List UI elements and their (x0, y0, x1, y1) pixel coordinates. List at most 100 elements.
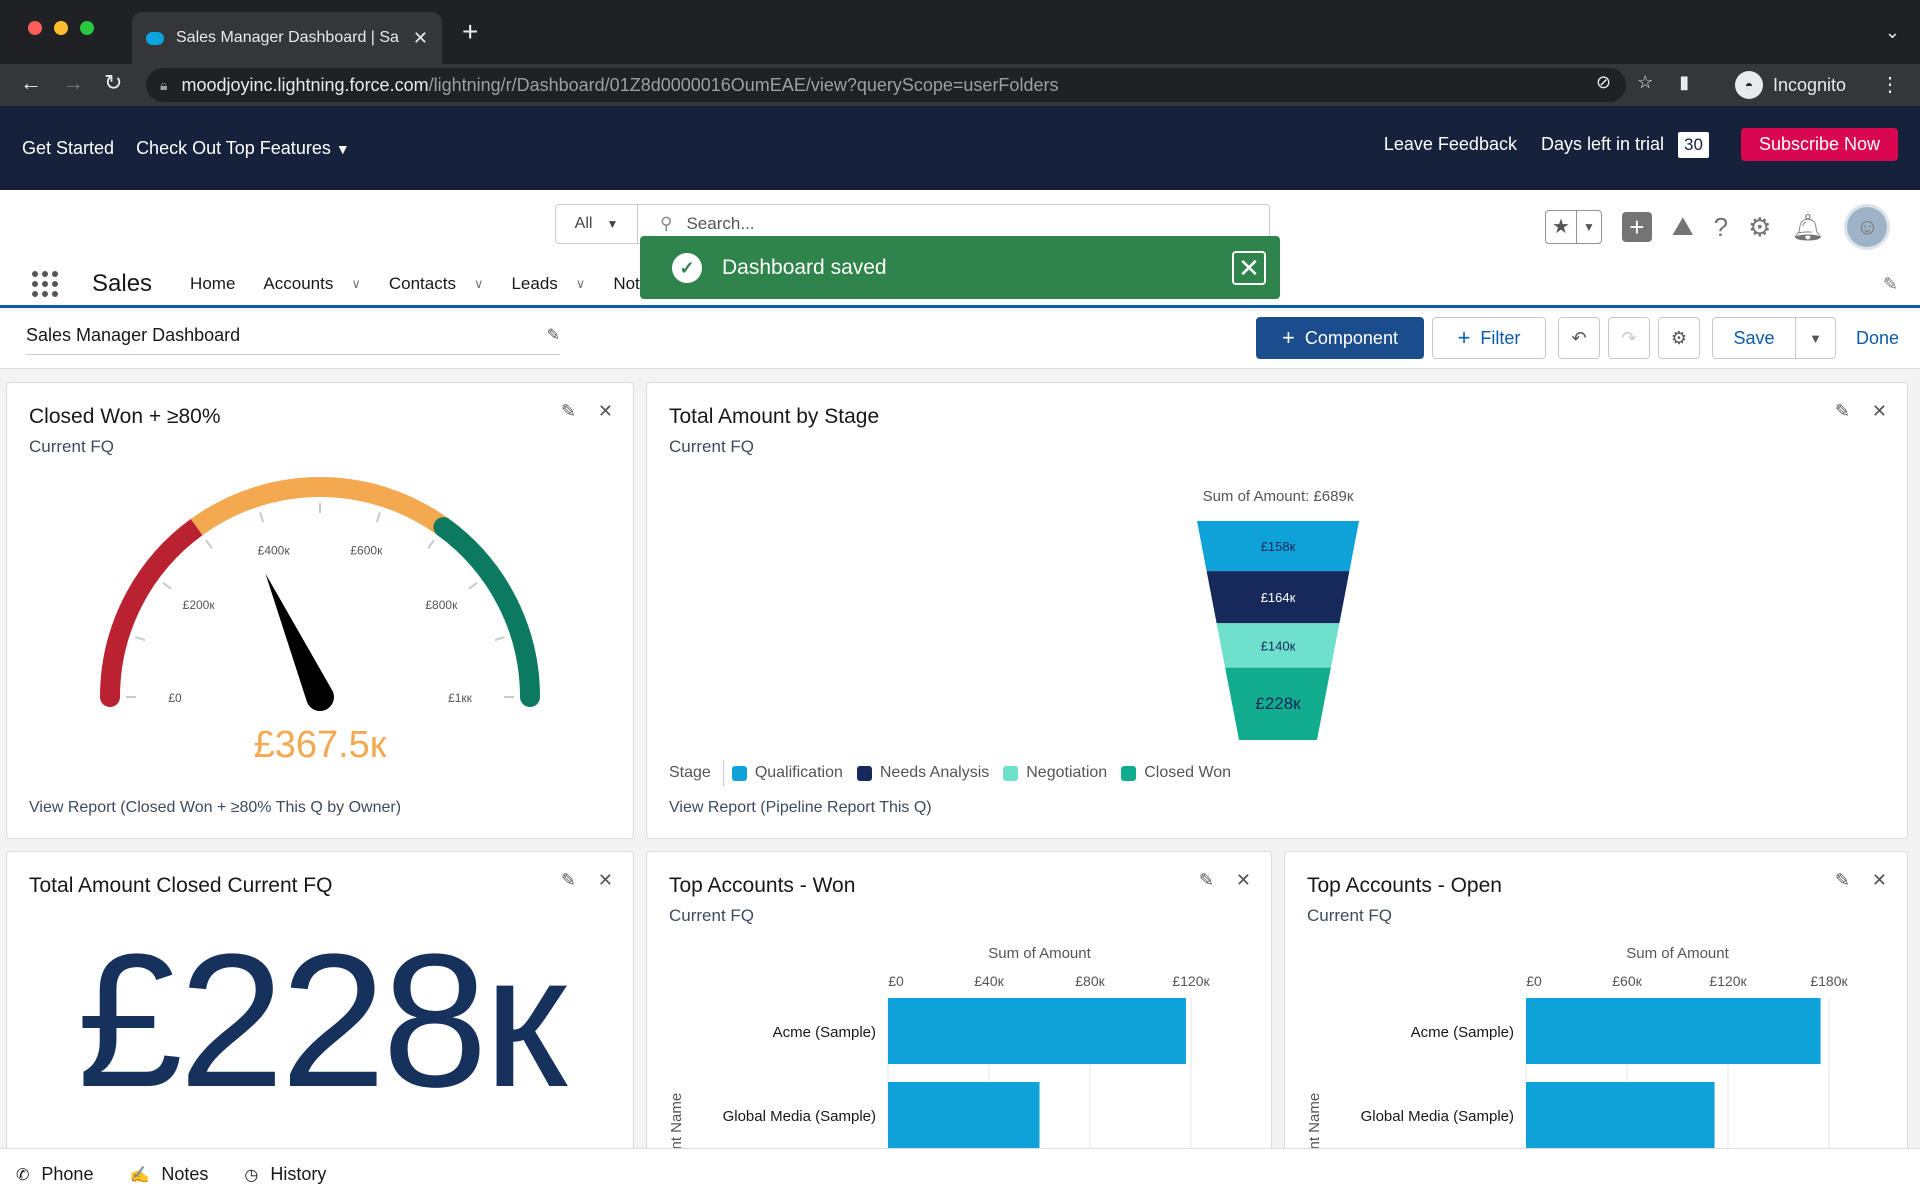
open-bar-chart: Sum of Amount £0 £60к £120к £180к Acme (Sampl… (1306, 945, 1849, 1160)
back-button[interactable]: ← (20, 70, 42, 96)
browser-menu-icon[interactable]: ⋮ (1880, 72, 1900, 97)
browser-tab[interactable]: Sales Manager Dashboard | Sa ✕ (132, 12, 442, 64)
favorites-button[interactable]: ★ ▼ (1545, 210, 1602, 244)
add-component-button[interactable]: + Component (1256, 317, 1424, 359)
utility-phone[interactable]: ✆ Phone (16, 1164, 93, 1185)
top-features-menu[interactable]: Check Out Top Features ▼ (136, 138, 350, 159)
funnel-panel: Total Amount by Stage Current FQ ✎ ✕ Sum … (646, 382, 1908, 839)
edit-pencil-icon[interactable]: ✎ (561, 870, 576, 891)
bar[interactable] (1526, 1082, 1715, 1148)
gauge-tick (162, 582, 172, 590)
app-name: Sales (92, 270, 153, 297)
side-panel-icon[interactable]: ▮ (1679, 72, 1689, 93)
search-scope-value: All (574, 215, 593, 232)
setup-gear-icon[interactable]: ⚙ (1748, 212, 1771, 243)
legend-label: Needs Analysis (879, 764, 990, 781)
chevron-down-icon[interactable]: ∨ (351, 276, 361, 292)
top-accounts-won-panel: Top Accounts - Won Current FQ ✎ ✕ Sum of … (646, 851, 1272, 1161)
close-window-button[interactable] (28, 21, 42, 35)
help-icon[interactable]: ? (1714, 212, 1728, 243)
filter-label: Filter (1480, 327, 1521, 348)
legend-swatch (856, 765, 872, 781)
address-bar[interactable]: 🔒︎ moodjoyinc.lightning.force.com/lightn… (146, 68, 1626, 102)
legend-item[interactable]: Negotiation (1003, 764, 1107, 782)
app-launcher-icon[interactable] (32, 271, 62, 297)
save-options-dropdown[interactable]: ▼ (1796, 317, 1836, 359)
toast-close-button[interactable]: ✕ (1232, 250, 1266, 285)
maximize-window-button[interactable] (80, 21, 94, 35)
bar[interactable] (888, 1082, 1040, 1148)
browser-tab-bar: Sales Manager Dashboard | Sa ✕ + ⌄ (0, 0, 1920, 64)
done-button[interactable]: Done (1856, 328, 1899, 349)
redo-button[interactable]: ↷ (1608, 317, 1650, 359)
dashboard-title: Sales Manager Dashboard (26, 325, 241, 345)
metric-panel: Total Amount Closed Current FQ ✎ ✕ £228к (6, 851, 634, 1161)
utility-notes[interactable]: ✍ Notes (129, 1164, 208, 1185)
utility-label: History (270, 1164, 327, 1184)
incognito-profile[interactable]: ◓ Incognito (1735, 68, 1846, 102)
legend-item[interactable]: Needs Analysis (856, 764, 990, 782)
close-tab-icon[interactable]: ✕ (413, 28, 428, 49)
eye-slash-icon[interactable]: ⊘ (1596, 72, 1611, 93)
legend-item[interactable]: Qualification (731, 764, 843, 782)
bookmark-star-icon[interactable]: ☆ (1637, 72, 1653, 93)
reload-button[interactable]: ↻ (104, 70, 122, 96)
undo-button[interactable]: ↶ (1558, 317, 1600, 359)
gauge-chart: £0 £200к £400к £600к £800к £1кк £367.5к (100, 477, 540, 766)
add-filter-button[interactable]: + Filter (1432, 317, 1546, 359)
nav-item-leads[interactable]: Leads ∨ (511, 274, 585, 294)
edit-title-pencil-icon[interactable]: ✎ (547, 325, 560, 354)
category-label: Acme (Sample) (1411, 1024, 1514, 1041)
plus-icon: + (1457, 325, 1471, 350)
bar[interactable] (888, 998, 1186, 1064)
chevron-down-icon[interactable]: ∨ (474, 276, 484, 292)
close-icon[interactable]: ✕ (598, 870, 613, 891)
save-button[interactable]: Save (1712, 317, 1796, 359)
search-scope-select[interactable]: All ▼ (556, 205, 638, 243)
legend-item[interactable]: Closed Won (1121, 764, 1231, 782)
view-report-link[interactable]: View Report (Closed Won + ≥80% This Q by… (29, 799, 401, 817)
new-tab-button[interactable]: + (462, 18, 478, 46)
utility-label: Notes (161, 1164, 209, 1184)
top-accounts-open-panel: Top Accounts - Open Current FQ ✎ ✕ Sum of… (1284, 851, 1908, 1161)
legend-label: Qualification (754, 764, 843, 781)
legend-label: Closed Won (1144, 764, 1232, 781)
tab-search-chevron-icon[interactable]: ⌄ (1885, 22, 1900, 43)
url-path: /lightning/r/Dashboard/01Z8d0000016OumEA… (428, 74, 1059, 95)
plus-icon: + (1282, 325, 1295, 350)
subscribe-now-button[interactable]: Subscribe Now (1740, 128, 1898, 161)
lock-icon: 🔒︎ (160, 76, 168, 93)
funnel-value-label: £164к (1261, 590, 1296, 605)
nav-item-label: Home (190, 274, 236, 293)
get-started-link[interactable]: Get Started (22, 138, 114, 159)
x-tick-label: £40к (974, 973, 1004, 989)
nav-item-contacts[interactable]: Contacts ∨ (389, 274, 484, 294)
dashboard-title-field[interactable]: Sales Manager Dashboard ✎ (26, 325, 560, 355)
favorites-dropdown-icon[interactable]: ▼ (1575, 211, 1601, 243)
utility-history[interactable]: ◷ History (244, 1164, 326, 1185)
minimize-window-button[interactable] (54, 21, 68, 35)
global-actions-plus-icon[interactable]: + (1621, 212, 1652, 242)
properties-gear-button[interactable]: ⚙ (1658, 317, 1700, 359)
nav-item-home[interactable]: Home (190, 274, 235, 294)
forward-button[interactable]: → (62, 70, 84, 96)
funnel-legend: Stage Qualification Needs Analysis Negotia… (669, 760, 1245, 786)
bar[interactable] (1526, 998, 1821, 1064)
gauge-tick (468, 582, 478, 590)
browser-toolbar: ← → ↻ 🔒︎ moodjoyinc.lightning.force.com /… (0, 64, 1920, 106)
user-avatar[interactable]: ☺ (1844, 204, 1891, 250)
won-bar-chart: Sum of Amount £0 £40к £80к £120к Acme (Sample… (668, 945, 1211, 1160)
leave-feedback-link[interactable]: Leave Feedback (1384, 134, 1517, 155)
edit-nav-pencil-icon[interactable]: ✎ (1883, 274, 1898, 295)
url-host: moodjoyinc.lightning.force.com (181, 74, 429, 95)
nav-item-accounts[interactable]: Accounts ∨ (263, 274, 360, 294)
view-report-link[interactable]: View Report (Pipeline Report This Q) (669, 799, 932, 817)
category-label: Global Media (Sample) (1361, 1108, 1514, 1125)
profile-label: Incognito (1773, 74, 1847, 95)
gauge-band (100, 517, 207, 707)
gauge-tick (205, 539, 213, 549)
notifications-bell-icon[interactable]: 🔔︎ (1791, 212, 1824, 243)
star-icon: ★ (1552, 216, 1570, 238)
chevron-down-icon[interactable]: ∨ (576, 276, 586, 292)
trailhead-icon[interactable]: ⛰ (1672, 211, 1694, 243)
